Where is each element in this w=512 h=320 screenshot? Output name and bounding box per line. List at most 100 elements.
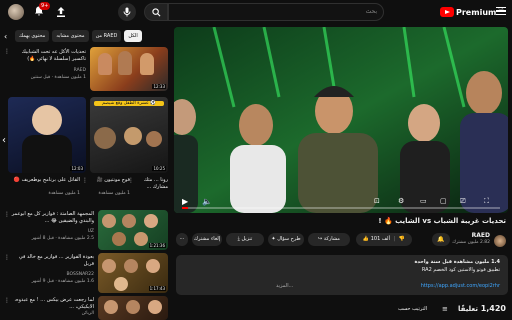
video-thumbnail[interactable] (98, 296, 168, 320)
chevron-left-icon[interactable]: ‹ (2, 135, 10, 146)
channel-name[interactable]: الزبائن (10, 311, 94, 316)
video-title[interactable]: بعودة الفوازير ... فوازير مع خالد في قرب… (10, 254, 94, 267)
share-button[interactable]: ↪ مشاركة (308, 233, 350, 246)
cast-icon[interactable]: ⎚ (460, 197, 466, 206)
thumbs-down-icon: 👎 (398, 236, 406, 242)
mic-icon[interactable] (118, 3, 136, 21)
ask-button[interactable]: ✦ طرح سؤال (268, 233, 304, 246)
duration: 12:03 (70, 166, 84, 171)
like-count: 101 ألف (370, 236, 390, 242)
more-icon[interactable]: ⋮ (128, 177, 134, 184)
chevron-left-icon[interactable]: ‹ (4, 32, 12, 41)
menu-icon[interactable] (496, 5, 506, 17)
sparkle-icon: ✦ (271, 236, 276, 242)
video-card[interactable] (98, 296, 168, 320)
video-frame (174, 27, 508, 213)
video-meta: 2.5 مليون مشاهدة · قبل 8 أشهر (31, 236, 94, 241)
logo-text: Premium (456, 7, 497, 17)
share-icon: ↪ (318, 236, 323, 242)
comments-label: تعليقًا (458, 305, 478, 313)
more-actions-icon[interactable]: ⋯ (176, 233, 188, 246)
video-meta: 1 مليون مشاهدة (48, 191, 80, 196)
chip-similar[interactable]: محتوى مشابه (52, 30, 89, 42)
progress-fill (182, 207, 189, 209)
search-button[interactable] (144, 3, 168, 21)
like-button[interactable]: 👍 101 ألف | 👎 (356, 233, 412, 246)
upload-icon[interactable] (55, 5, 67, 19)
unsubscribe-button[interactable]: إلغاء مشترك (192, 233, 222, 246)
video-meta: 1 مليون مشاهدة (98, 191, 130, 196)
video-meta: 1 مليون مشاهدة · قبل سنتين (30, 75, 86, 80)
video-title[interactable]: فوج مونتيون 🎥 (90, 177, 130, 184)
channel-avatar[interactable] (494, 235, 506, 247)
video-thumbnail[interactable]: 1:17:43 (98, 253, 168, 293)
description-box[interactable]: 1.4 مليون مشاهدة قبل سنة واحدة تطبيق فوت… (176, 255, 508, 295)
play-icon[interactable]: ▶ (182, 197, 188, 206)
chip-all[interactable]: الكل (124, 30, 142, 42)
video-card[interactable]: 1:17:43 (98, 253, 168, 293)
youtube-logo[interactable]: Premium SA (440, 5, 504, 19)
video-thumbnail[interactable]: 12:33 (90, 47, 168, 91)
description-link[interactable]: https://app.adjust.com/eopi2rhr (421, 283, 500, 289)
video-thumbnail[interactable]: 1:21:36 (98, 210, 168, 250)
search-input[interactable]: بحث (168, 3, 384, 21)
share-label: مشاركة (323, 236, 340, 242)
settings-icon[interactable]: ⚙ (398, 197, 404, 205)
video-title[interactable]: رونا ... مثك مشارك ... (134, 177, 168, 190)
chip-from-channel[interactable]: من RAED (91, 30, 122, 42)
volume-icon[interactable]: 🔈 (202, 197, 212, 206)
download-label: تنزيل (241, 236, 253, 242)
video-title[interactable]: تحديات الأكل عه تحت الشبابيك تاكسير (سلس… (10, 49, 86, 62)
video-card[interactable]: 1:21:36 (98, 210, 168, 250)
progress-bar[interactable] (182, 207, 500, 209)
captions-icon[interactable]: ⊡ (374, 197, 380, 205)
bell-icon: 🔔 (437, 236, 445, 243)
video-title[interactable]: المجمهة الصامتة : فوازير كل مع ابوعمر وا… (10, 211, 94, 224)
view-stats: 1.4 مليون مشاهدة قبل سنة واحدة (414, 259, 500, 265)
video-player[interactable]: ▶ 🔈 ⊡ ⚙ ▭ ▢ ⎚ ⛶ (174, 27, 508, 213)
duration: 12:33 (152, 84, 166, 89)
channel-row: RAED 2.82 مليون مشترك 🔔 👍 101 ألف | 👎 ↪ … (176, 231, 508, 249)
more-icon[interactable]: ⋮ (4, 48, 10, 55)
video-thumbnail[interactable]: 12:03 (8, 97, 86, 173)
miniplayer-icon[interactable]: ▭ (420, 197, 427, 205)
duration: 1:17:43 (148, 286, 166, 291)
sort-label[interactable]: الترتيب حسب (398, 306, 427, 312)
theater-icon[interactable]: ▢ (440, 197, 447, 205)
sort-icon[interactable]: ≡ (442, 305, 448, 313)
subscribe-menu[interactable]: 🔔 (432, 233, 450, 246)
account-avatar[interactable] (8, 4, 24, 20)
show-more-link[interactable]: ...المزيد (276, 283, 293, 289)
duration: 10:25 (152, 166, 166, 171)
channel-name[interactable]: UZ (10, 229, 94, 234)
video-title[interactable]: القاتل على برنامج بوطعريف 🔴 (8, 177, 80, 184)
filter-chips: ‹ محتوى يهمك محتوى مشابه من RAED الكل (4, 29, 166, 43)
video-thumbnail[interactable]: عشرة الطفل وقع شيصم ⚽ 10:25 (90, 97, 168, 173)
ask-label: طرح سؤال (277, 236, 301, 242)
channel-name[interactable]: BOSSNAR22 (10, 272, 94, 277)
video-meta: 1.6 مليون مشاهدة · قبل 9 أشهر (31, 279, 94, 284)
comment-count: 1,420 (480, 304, 506, 313)
video-title[interactable]: لما رجعت عرض بيكس ... ! مع عبدوه، الايكي… (10, 297, 94, 310)
video-card[interactable]: 12:33 (90, 47, 168, 91)
search-icon (151, 7, 160, 16)
top-bar: 9+ بحث Premium SA (0, 0, 512, 24)
chip-interest[interactable]: محتوى يهمك (15, 30, 50, 42)
video-title-main: تحديات غريبة الشباب vs الشايب 🔥 ! (378, 217, 506, 225)
channel-name[interactable]: RAED (10, 68, 86, 73)
more-icon[interactable]: ⋮ (82, 177, 88, 184)
more-icon[interactable]: ⋮ (4, 297, 10, 304)
description-text: تطبيق فوتو والاستين كود الخصم RA2 (421, 267, 500, 273)
more-icon[interactable]: ⋮ (4, 254, 10, 261)
video-card[interactable]: عشرة الطفل وقع شيصم ⚽ 10:25 (90, 97, 168, 173)
notification-badge: 9+ (39, 2, 51, 10)
thumbs-up-icon: 👍 (362, 236, 370, 242)
channel-name[interactable]: RAED (472, 232, 490, 239)
thumbnail-caption: عشرة الطفل وقع شيصم ⚽ (94, 101, 164, 106)
duration: 1:21:36 (148, 243, 166, 248)
video-card[interactable]: 12:03 (8, 97, 86, 173)
more-icon[interactable]: ⋮ (4, 211, 10, 218)
download-button[interactable]: ⤓ تنزيل (226, 233, 264, 246)
youtube-play-icon (440, 7, 454, 17)
fullscreen-icon[interactable]: ⛶ (484, 197, 489, 206)
